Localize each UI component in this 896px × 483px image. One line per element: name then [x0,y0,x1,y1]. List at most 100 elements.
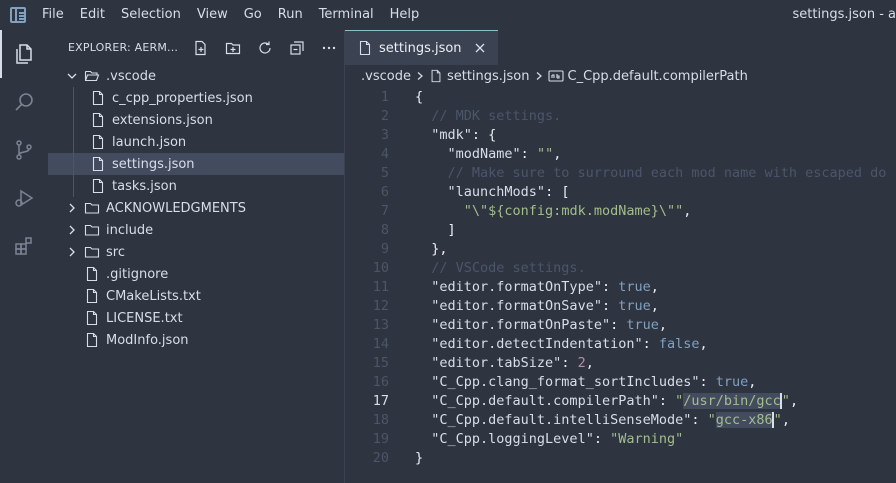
line-number: 3 [380,127,389,143]
code-token: , [781,412,790,428]
file-item[interactable]: CMakeLists.txt [48,285,344,307]
menu-selection[interactable]: Selection [113,0,189,30]
code-token: } [415,450,424,466]
tab-close-button[interactable] [472,40,488,56]
editor-tabs: settings.json [345,30,896,65]
file-icon [90,134,106,150]
line-number: 11 [372,279,389,295]
tree-item-label: .gitignore [106,266,169,282]
menu-help[interactable]: Help [382,0,428,30]
breadcrumb-folder[interactable]: .vscode [361,69,411,84]
code-line: 9 }, [345,240,896,259]
code-token: /usr/bin/gcc [683,393,781,409]
line-code: "editor.tabSize": 2, [415,354,594,373]
indent-guide [73,109,74,131]
file-icon [84,310,100,326]
line-code: "editor.formatOnType": true, [415,278,659,297]
code-editor[interactable]: 1{2 // MDK settings. 3 "mdk": {4 "modName… [345,87,896,483]
code-token: "mdk" [431,127,472,143]
code-token: "\"${config:mdk.modName}\"" [463,203,684,219]
code-token: , [789,393,799,409]
folder-item[interactable]: include [48,219,344,241]
indent-guide [73,131,74,153]
line-code: "C_Cpp.clang_format_sortIncludes": true, [415,373,756,392]
source-control-activity[interactable] [0,126,48,174]
code-token: : [642,336,659,352]
code-token: true [715,374,749,390]
run-debug-activity[interactable] [0,174,48,222]
code-token: { [415,89,424,105]
file-item[interactable]: ModInfo.json [48,329,344,351]
line-code: "editor.detectIndentation": false, [415,335,707,354]
chevron-right-icon [415,71,425,81]
code-token: , [650,298,659,314]
folder-item[interactable]: .vscode [48,65,344,87]
close-icon [475,43,485,53]
line-number: 8 [380,222,389,238]
breadcrumb-symbol[interactable]: C_Cpp.default.compilerPath [568,69,748,84]
file-item[interactable]: c_cpp_properties.json [48,87,344,109]
code-token: "Warning" [610,431,684,447]
code-token: ] [447,222,456,238]
code-token: : [593,431,611,447]
tree-item-label: include [106,222,154,238]
menu-terminal[interactable]: Terminal [311,0,382,30]
menu-view[interactable]: View [189,0,236,30]
line-number: 1 [380,89,389,105]
file-item[interactable]: .gitignore [48,263,344,285]
file-icon [90,156,106,172]
string-symbol-icon [547,69,564,83]
breadcrumb-file[interactable]: settings.json [447,69,530,84]
vscode-logo-icon [10,7,26,23]
line-code: }, [415,240,447,259]
code-token: , [650,279,659,295]
explorer-title: EXPLORER: AERM... [68,41,179,54]
search-activity[interactable] [0,78,48,126]
debug-icon [15,189,34,207]
code-line: 4 "modName": "", [345,145,896,164]
explorer-activity[interactable] [0,30,48,78]
extensions-icon [15,237,32,255]
search-icon [15,93,33,111]
code-token: , [683,203,692,219]
menu-go[interactable]: Go [236,0,270,30]
file-item[interactable]: launch.json [48,131,344,153]
menu-edit[interactable]: Edit [72,0,113,30]
refresh-button[interactable] [254,37,276,59]
folder-item[interactable]: src [48,241,344,263]
menu-file[interactable]: File [34,0,72,30]
collapse-all-button[interactable] [286,37,308,59]
code-token: "C_Cpp.loggingLevel" [431,431,594,447]
code-line: 17 "C_Cpp.default.compilerPath": "/usr/b… [345,392,896,411]
line-code: "editor.formatOnSave": true, [415,297,659,316]
chevron-right-icon [64,222,80,238]
menu-run[interactable]: Run [270,0,311,30]
refresh-icon [259,41,271,54]
new-file-button[interactable] [190,37,212,59]
extensions-activity[interactable] [0,222,48,270]
file-item[interactable]: tasks.json [48,175,344,197]
code-line: 15 "editor.tabSize": 2, [345,354,896,373]
new-folder-button[interactable] [222,37,244,59]
file-item[interactable]: LICENSE.txt [48,307,344,329]
code-token: "editor.formatOnType" [431,279,602,295]
code-token: : [ [545,184,570,200]
folder-item[interactable]: ACKNOWLEDGMENTS [48,197,344,219]
code-line: 19 "C_Cpp.loggingLevel": "Warning" [345,430,896,449]
line-code: { [415,88,423,107]
code-token: : [691,412,708,428]
code-line: 8 ] [345,221,896,240]
tab-settings-json[interactable]: settings.json [345,30,498,65]
file-item[interactable]: settings.json [48,153,344,175]
chevron-down-icon [64,68,80,84]
menu-bar: File Edit Selection View Go Run Terminal Help [34,0,427,30]
more-actions-button[interactable] [318,37,340,59]
code-token: : [601,298,619,314]
tree-item-label: c_cpp_properties.json [112,90,253,106]
file-item[interactable]: extensions.json [48,109,344,131]
